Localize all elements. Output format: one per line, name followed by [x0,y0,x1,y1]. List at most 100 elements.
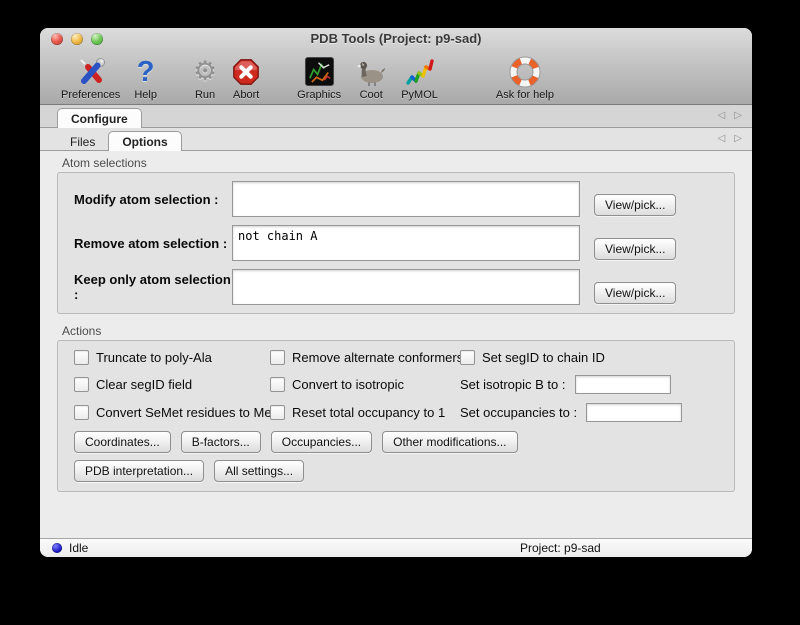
project-label: Project: p9-sad [520,541,601,555]
toolbar-item-label: PyMOL [401,89,438,101]
status-text: Idle [69,541,88,555]
checkbox-icon[interactable] [74,405,89,420]
window-chrome: PDB Tools (Project: p9-sad) Preferences [40,28,752,105]
checkbox-label: Convert SeMet residues to Met [96,405,275,420]
tab-scroll-left-icon[interactable]: ◁ [718,134,726,144]
checkbox-icon[interactable] [270,405,285,420]
toolbar-item-label: Graphics [297,89,341,101]
field-label: Modify atom selection : [74,192,232,207]
keep-only-atom-selection-input[interactable] [232,269,580,305]
tab-scroll-arrows: ◁ ▷ [718,105,742,127]
set-isotropic-b-input[interactable] [575,375,671,394]
titlebar: PDB Tools (Project: p9-sad) [40,28,752,49]
toolbar-item-label: Preferences [61,89,120,101]
zoom-button[interactable] [91,33,103,45]
close-button[interactable] [51,33,63,45]
tab-scroll-right-icon[interactable]: ▷ [734,134,742,144]
checkbox-convert-to-isotropic[interactable]: Convert to isotropic [270,376,460,393]
field-label: Set isotropic B to : [460,377,566,392]
run-button[interactable]: ⚙ Run [186,55,224,101]
coot-button[interactable]: Coot [348,55,394,101]
traffic-lights [51,33,103,45]
checkbox-icon[interactable] [74,377,89,392]
minimize-button[interactable] [71,33,83,45]
tab-configure[interactable]: Configure [57,108,142,128]
view-pick-remove-button[interactable]: View/pick... [594,238,676,260]
pymol-button[interactable]: PyMOL [394,55,445,101]
occupancies-button[interactable]: Occupancies... [271,431,372,453]
actions-buttons-row-1: Coordinates... B-factors... Occupancies.… [74,431,720,453]
status-bar: Idle Project: p9-sad [40,538,752,557]
actions-checkbox-grid: Truncate to poly-Ala Remove alternate co… [74,349,720,422]
toolbar: Preferences ? Help ⚙ Run [40,49,752,104]
checkbox-remove-alternate-conformers[interactable]: Remove alternate conformers [270,349,460,366]
field-label: Set occupancies to : [460,405,577,420]
tab-options[interactable]: Options [108,131,181,151]
set-occupancies-row: Set occupancies to : [460,403,720,422]
group-title: Atom selections [62,156,735,170]
modify-atom-selection-row: Modify atom selection : View/pick... [74,181,734,217]
tab-strip-main: Configure ◁ ▷ [40,105,752,128]
abort-icon [231,55,261,88]
checkbox-icon[interactable] [270,377,285,392]
view-pick-modify-button[interactable]: View/pick... [594,194,676,216]
graphics-button[interactable]: Graphics [290,55,348,101]
pdb-interpretation-button[interactable]: PDB interpretation... [74,460,204,482]
ask-for-help-button[interactable]: Ask for help [489,55,561,101]
ask-for-help-icon [509,55,541,88]
checkbox-icon[interactable] [460,350,475,365]
other-modifications-button[interactable]: Other modifications... [382,431,517,453]
status-indicator-icon [52,543,62,553]
checkbox-truncate-to-poly-ala[interactable]: Truncate to poly-Ala [74,349,270,366]
run-icon: ⚙ [193,55,217,88]
actions-buttons-row-2: PDB interpretation... All settings... [74,460,720,482]
checkbox-label: Clear segID field [96,377,192,392]
checkbox-set-segid-to-chain-id[interactable]: Set segID to chain ID [460,349,720,366]
preferences-icon [75,55,107,88]
set-isotropic-b-row: Set isotropic B to : [460,375,720,394]
b-factors-button[interactable]: B-factors... [181,431,261,453]
tab-strip-sub: Files Options ◁ ▷ [40,128,752,151]
coordinates-button[interactable]: Coordinates... [74,431,171,453]
tab-scroll-left-icon[interactable]: ◁ [718,111,726,121]
checkbox-reset-total-occupancy-to-1[interactable]: Reset total occupancy to 1 [270,404,460,421]
field-label: Remove atom selection : [74,236,232,251]
help-icon: ? [137,55,155,88]
tab-scroll-arrows: ◁ ▷ [718,128,742,150]
keep-only-atom-selection-row: Keep only atom selection : View/pick... [74,269,734,305]
preferences-button[interactable]: Preferences [54,55,127,101]
help-button[interactable]: ? Help [127,55,164,101]
toolbar-item-label: Abort [233,89,259,101]
checkbox-label: Convert to isotropic [292,377,404,392]
checkbox-label: Reset total occupancy to 1 [292,405,445,420]
atom-selections-group: Atom selections Modify atom selection : … [57,156,735,314]
toolbar-item-label: Ask for help [496,89,554,101]
actions-group: Actions Truncate to poly-Ala Remove alte… [57,324,735,492]
checkbox-icon[interactable] [74,350,89,365]
all-settings-button[interactable]: All settings... [214,460,304,482]
tab-files[interactable]: Files [57,132,108,151]
toolbar-item-label: Help [134,89,157,101]
graphics-icon [304,55,335,88]
checkbox-convert-semet-residues-to-met[interactable]: Convert SeMet residues to Met [74,404,270,421]
coot-icon [355,55,387,88]
checkbox-label: Truncate to poly-Ala [96,350,212,365]
remove-atom-selection-row: Remove atom selection : not chain A View… [74,225,734,261]
options-panel: Atom selections Modify atom selection : … [40,151,752,544]
tab-scroll-right-icon[interactable]: ▷ [734,111,742,121]
field-label: Keep only atom selection : [74,272,232,302]
checkbox-label: Remove alternate conformers [292,350,463,365]
pdb-tools-window: PDB Tools (Project: p9-sad) Preferences [40,28,752,557]
modify-atom-selection-input[interactable] [232,181,580,217]
checkbox-clear-segid-field[interactable]: Clear segID field [74,376,270,393]
checkbox-label: Set segID to chain ID [482,350,605,365]
set-occupancies-input[interactable] [586,403,682,422]
checkbox-icon[interactable] [270,350,285,365]
pymol-icon [404,55,436,88]
toolbar-item-label: Run [195,89,215,101]
group-title: Actions [62,324,735,338]
remove-atom-selection-input[interactable]: not chain A [232,225,580,261]
toolbar-item-label: Coot [360,89,383,101]
abort-button[interactable]: Abort [224,55,268,101]
view-pick-keep-button[interactable]: View/pick... [594,282,676,304]
